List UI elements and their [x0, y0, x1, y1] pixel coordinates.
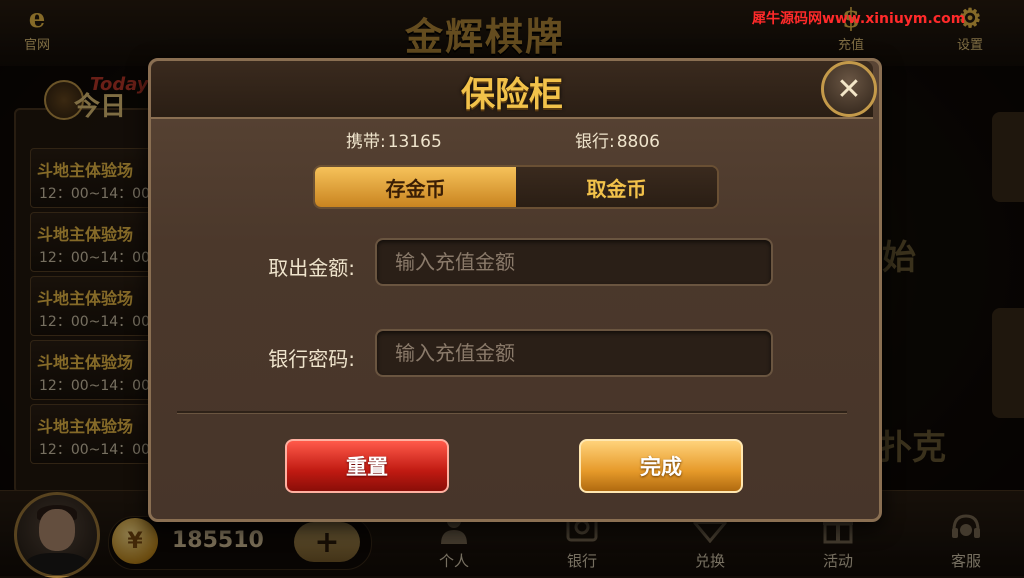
bank-password-input[interactable]	[375, 329, 773, 377]
bank-value: 8806	[616, 132, 660, 152]
dialog-header: 保险柜	[151, 61, 873, 119]
safe-box-dialog: 保险柜 ✕ 携带:13165 银行:8806 存金币 取金币 取出金额: 银行密…	[148, 58, 882, 522]
dialog-title: 保险柜	[461, 75, 563, 115]
password-label: 银行密码:	[268, 347, 355, 371]
deposit-withdraw-tabs: 存金币 取金币	[313, 165, 719, 209]
amount-label: 取出金额:	[268, 256, 355, 280]
tab-deposit[interactable]: 存金币	[315, 167, 516, 207]
divider	[177, 411, 847, 414]
carry-balance: 携带: 13165	[346, 127, 442, 152]
watermark: 犀牛源码网www.xiniuym.com	[752, 11, 966, 27]
amount-input[interactable]	[375, 238, 773, 286]
done-button[interactable]: 完成	[579, 439, 743, 493]
tab-withdraw[interactable]: 取金币	[516, 167, 717, 207]
close-button[interactable]: ✕	[821, 61, 877, 117]
carry-value: 13165	[387, 132, 442, 152]
reset-button[interactable]: 重置	[285, 439, 449, 493]
carry-label: 携带:	[346, 132, 386, 152]
bank-label: 银行:	[575, 132, 615, 152]
bank-balance: 银行: 8806	[575, 127, 660, 152]
